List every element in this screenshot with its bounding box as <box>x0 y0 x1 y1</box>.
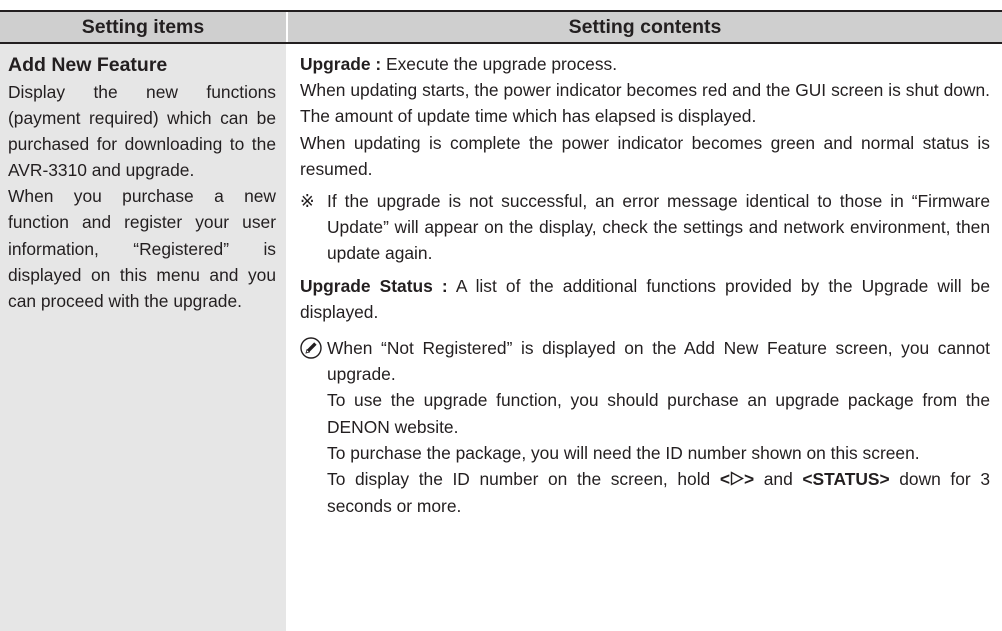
key-cursor-close: > <box>743 469 755 490</box>
memo-block: When “Not Registered” is displayed on th… <box>300 335 990 519</box>
upgrade-text: Execute the upgrade process. <box>381 54 618 74</box>
upgrade-paragraph: Upgrade : Execute the upgrade process. <box>300 51 990 77</box>
upgrade-label: Upgrade : <box>300 54 382 74</box>
key-cursor-open: < <box>719 469 730 490</box>
memo-display-id-pre: To display the ID number on the screen, … <box>327 469 720 490</box>
feature-title: Add New Feature <box>8 54 168 76</box>
updating-complete-paragraph: When updating is complete the power indi… <box>300 132 990 179</box>
memo-not-registered: When “Not Registered” is displayed on th… <box>327 338 990 385</box>
note-text: If the upgrade is not successful, an err… <box>327 191 990 264</box>
key-status: <STATUS> <box>802 469 890 490</box>
memo-display-id-mid: and <box>754 469 803 490</box>
upgrade-status-paragraph: Upgrade Status : A list of the additiona… <box>300 273 990 325</box>
updating-starts-paragraph: When updating starts, the power indicato… <box>300 80 990 127</box>
memo-id-number: To purchase the package, you will need t… <box>327 442 920 463</box>
setting-contents-column: Upgrade : Execute the upgrade process. W… <box>288 44 1002 631</box>
feature-description: Display the new functions (payment requi… <box>8 82 276 181</box>
upgrade-status-label: Upgrade Status : <box>300 275 448 296</box>
feature-description-registered: When you purchase a new function and reg… <box>8 186 276 311</box>
note-row: ※ If the upgrade is not successful, an e… <box>300 188 990 267</box>
settings-table: Setting items Setting contents Add New F… <box>0 0 1002 631</box>
pencil-icon <box>300 335 327 519</box>
header-setting-contents: Setting contents <box>288 12 1002 42</box>
note-mark: ※ <box>300 191 315 212</box>
header-setting-items: Setting items <box>0 12 286 42</box>
setting-items-column: Add New Feature Display the new function… <box>0 44 286 631</box>
memo-purchase-package: To use the upgrade function, you should … <box>327 390 990 437</box>
memo-display-id: To display the ID number on the screen, … <box>327 466 990 519</box>
cursor-right-icon <box>730 467 744 493</box>
